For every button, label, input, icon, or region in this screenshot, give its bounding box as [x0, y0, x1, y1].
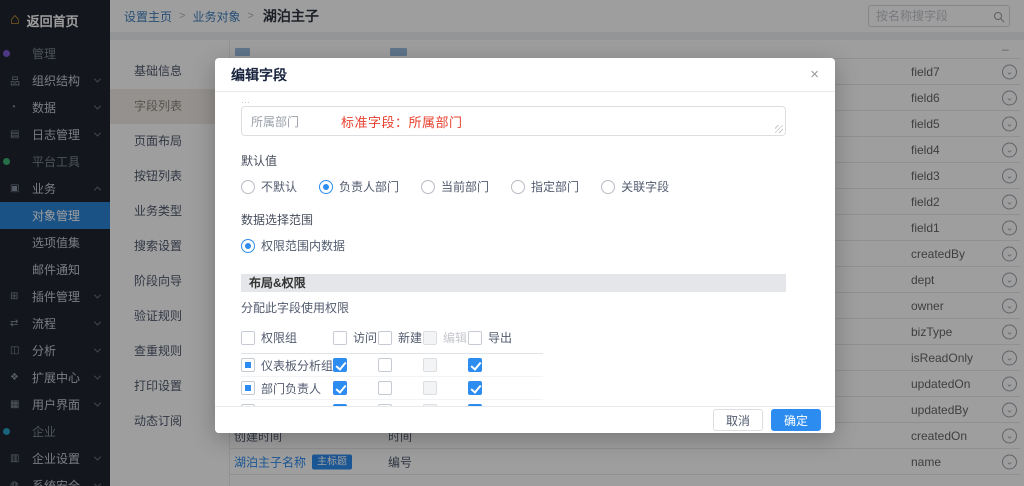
modal-title: 编辑字段 — [231, 65, 287, 85]
permission-table-header: 权限组 访问 新建 编辑 导出 — [241, 329, 543, 354]
data-scope-options: 权限范围内数据 — [241, 237, 810, 254]
radio-permission-scope[interactable]: 权限范围内数据 — [241, 237, 345, 254]
access-checkbox[interactable] — [333, 358, 347, 372]
radio-icon[interactable] — [241, 180, 255, 194]
header-checkbox[interactable] — [241, 331, 255, 345]
field-name-value: 所属部门 — [251, 113, 299, 130]
edit-field-modal: 编辑字段 × … 所属部门 标准字段：所属部门 默认值 不默认 负责人部门 — [215, 58, 835, 433]
header-checkbox-edit — [423, 331, 437, 345]
radio-icon[interactable] — [421, 180, 435, 194]
row-checkbox[interactable] — [241, 358, 255, 372]
modal-header: 编辑字段 × — [215, 58, 835, 92]
default-value-options: 不默认 负责人部门 当前部门 指定部门 关联字段 — [241, 178, 810, 195]
radio-current-dept[interactable]: 当前部门 — [421, 178, 489, 195]
radio-related-field[interactable]: 关联字段 — [601, 178, 669, 195]
resize-handle-icon[interactable] — [775, 125, 783, 133]
access-checkbox[interactable] — [333, 381, 347, 395]
edit-checkbox — [423, 381, 437, 395]
header-checkbox-create[interactable] — [378, 331, 392, 345]
standard-field-annotation: 标准字段：所属部门 — [341, 112, 463, 131]
modal-body: … 所属部门 标准字段：所属部门 默认值 不默认 负责人部门 当前部门 — [215, 92, 835, 406]
radio-icon[interactable] — [511, 180, 525, 194]
radio-no-default[interactable]: 不默认 — [241, 178, 297, 195]
permission-row: 仪表板分析组件 — [241, 354, 543, 377]
layout-permission-section-title: 布局&权限 — [241, 274, 786, 292]
create-checkbox[interactable] — [378, 358, 392, 372]
create-checkbox[interactable] — [378, 381, 392, 395]
permission-row: 部门负责人 — [241, 377, 543, 400]
radio-icon[interactable] — [319, 180, 333, 194]
radio-icon[interactable] — [601, 180, 615, 194]
default-value-label: 默认值 — [241, 152, 810, 169]
radio-owner-dept[interactable]: 负责人部门 — [319, 178, 399, 195]
confirm-button[interactable]: 确定 — [771, 409, 821, 431]
header-checkbox-access[interactable] — [333, 331, 347, 345]
assign-permission-label: 分配此字段使用权限 — [241, 299, 810, 316]
close-icon[interactable]: × — [810, 67, 819, 82]
data-scope-label: 数据选择范围 — [241, 211, 810, 228]
field-name-textarea[interactable]: 所属部门 标准字段：所属部门 — [241, 106, 786, 136]
app: ⌂ 返回首页 管理 品 组织结构 ◔ 数据 ▤ 日志管理 平台工具 ▣ 业务 — [0, 0, 1024, 486]
truncated-label: … — [241, 97, 810, 104]
cancel-button[interactable]: 取消 — [713, 409, 763, 431]
row-checkbox[interactable] — [241, 381, 255, 395]
modal-footer: 取消 确定 — [215, 406, 835, 433]
export-checkbox[interactable] — [468, 358, 482, 372]
edit-checkbox — [423, 358, 437, 372]
radio-specified-dept[interactable]: 指定部门 — [511, 178, 579, 195]
export-checkbox[interactable] — [468, 381, 482, 395]
header-checkbox-export[interactable] — [468, 331, 482, 345]
radio-icon[interactable] — [241, 239, 255, 253]
